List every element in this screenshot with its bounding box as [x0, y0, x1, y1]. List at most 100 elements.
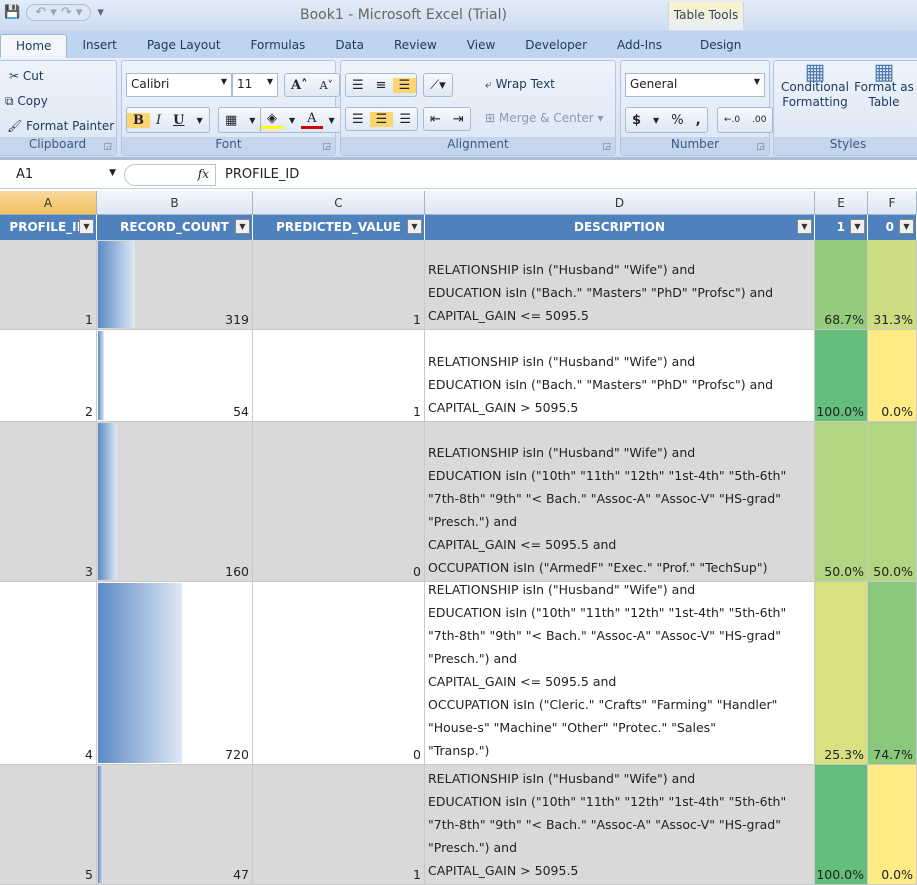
cell-record-count[interactable]: 47	[97, 765, 253, 885]
merge-center-button[interactable]: ⊞ Merge & Center ▾	[485, 111, 604, 125]
font-color-icon[interactable]: A	[301, 111, 323, 129]
description-line: "7th-8th" "9th" "< Bach." "Assoc-A" "Ass…	[428, 491, 781, 506]
decrease-decimal-icon[interactable]: .00	[746, 115, 772, 125]
tab-data[interactable]: Data	[320, 34, 379, 58]
tab-page-layout[interactable]: Page Layout	[132, 34, 236, 58]
dialog-launcher-icon[interactable]: ◲	[103, 142, 112, 152]
bold-button[interactable]: B	[127, 112, 150, 128]
cell-prob-0[interactable]: 50.0%	[868, 422, 917, 582]
cell-prob-0[interactable]: 0.0%	[868, 330, 917, 422]
format-painter-button[interactable]: 🖌 Format Painter	[7, 119, 114, 133]
cell-description[interactable]: RELATIONSHIP isIn ("Husband" "Wife") and…	[425, 765, 815, 885]
filter-dropdown-icon[interactable]: ▼	[79, 219, 94, 234]
tab-design[interactable]: Design	[685, 34, 756, 58]
column-header-b[interactable]: B	[97, 191, 253, 215]
column-header-d[interactable]: D	[425, 191, 815, 215]
comma-button[interactable]: ,	[690, 113, 707, 128]
filter-dropdown-icon[interactable]: ▼	[407, 219, 422, 234]
cell-predicted-value[interactable]: 0	[253, 582, 425, 765]
italic-button[interactable]: I	[150, 113, 167, 128]
cell-record-count[interactable]: 160	[97, 422, 253, 582]
currency-button[interactable]: $	[626, 113, 647, 128]
save-icon[interactable]: 💾	[4, 5, 20, 20]
underline-button[interactable]: U	[167, 113, 190, 128]
undo-redo-icon[interactable]: ↶ ▾ ↷ ▾	[26, 4, 92, 21]
align-center-icon[interactable]: ☰	[369, 111, 394, 127]
orientation-button[interactable]: ⟋▾	[423, 73, 453, 97]
column-header-f[interactable]: F	[868, 191, 917, 215]
dialog-launcher-icon[interactable]: ◲	[322, 142, 331, 152]
cell-description[interactable]: RELATIONSHIP isIn ("Husband" "Wife") and…	[425, 422, 815, 582]
cell-record-count[interactable]: 54	[97, 330, 253, 422]
cell-prob-0[interactable]: 0.0%	[868, 765, 917, 885]
align-top-icon[interactable]: ☰	[346, 78, 370, 93]
cell-profile-id[interactable]: 2	[0, 330, 97, 422]
borders-button[interactable]: ▦ ▼	[218, 107, 263, 133]
column-header-c[interactable]: C	[253, 191, 425, 215]
customize-qat-icon[interactable]: ▾	[97, 5, 104, 20]
cell-predicted-value[interactable]: 0	[253, 422, 425, 582]
copy-button[interactable]: ⧉ Copy	[5, 94, 48, 109]
percent-button[interactable]: %	[665, 113, 689, 128]
dialog-launcher-icon[interactable]: ◲	[756, 142, 765, 152]
cell-prob-1[interactable]: 50.0%	[815, 422, 868, 582]
format-as-table-button[interactable]: ▦ Format as Table	[854, 62, 914, 110]
column-header-e[interactable]: E	[815, 191, 868, 215]
filter-dropdown-icon[interactable]: ▼	[797, 219, 812, 234]
font-name-select[interactable]: Calibri ▼	[126, 73, 232, 97]
filter-dropdown-icon[interactable]: ▼	[235, 219, 250, 234]
indent-buttons: ⇤ ⇥	[423, 107, 471, 131]
conditional-formatting-button[interactable]: ▦ Conditional Formatting	[778, 62, 852, 110]
name-box[interactable]: A1 ▼	[0, 164, 120, 186]
cell-prob-1[interactable]: 100.0%	[815, 330, 868, 422]
fill-color-icon[interactable]: ◈	[261, 111, 283, 129]
filter-dropdown-icon[interactable]: ▼	[899, 219, 914, 234]
cell-prob-1[interactable]: 68.7%	[815, 240, 868, 330]
cell-prob-1[interactable]: 100.0%	[815, 765, 868, 885]
cell-description[interactable]: RELATIONSHIP isIn ("Husband" "Wife") and…	[425, 240, 815, 330]
chevron-down-icon[interactable]: ▼	[190, 116, 208, 125]
cell-profile-id[interactable]: 5	[0, 765, 97, 885]
font-size-select[interactable]: 11 ▼	[232, 73, 278, 97]
cell-predicted-value[interactable]: 1	[253, 240, 425, 330]
increase-indent-icon[interactable]: ⇥	[447, 112, 470, 127]
cell-description[interactable]: RELATIONSHIP isIn ("Husband" "Wife") and…	[425, 330, 815, 422]
tab-developer[interactable]: Developer	[510, 34, 602, 58]
shrink-font-icon[interactable]: A˅	[314, 79, 339, 92]
align-bottom-icon[interactable]: ☰	[392, 77, 417, 93]
clipboard-group-label: Clipboard	[0, 137, 116, 155]
cell-profile-id[interactable]: 1	[0, 240, 97, 330]
formula-input[interactable]: PROFILE_ID	[225, 167, 299, 182]
cell-prob-0[interactable]: 74.7%	[868, 582, 917, 765]
dialog-launcher-icon[interactable]: ◲	[602, 142, 611, 152]
decrease-indent-icon[interactable]: ⇤	[424, 112, 447, 127]
tab-insert[interactable]: Insert	[67, 34, 131, 58]
cell-profile-id[interactable]: 3	[0, 422, 97, 582]
align-middle-icon[interactable]: ≡	[370, 78, 393, 93]
cell-predicted-value[interactable]: 1	[253, 330, 425, 422]
tab-view[interactable]: View	[452, 34, 510, 58]
cell-record-count[interactable]: 319	[97, 240, 253, 330]
tab-review[interactable]: Review	[379, 34, 452, 58]
cell-predicted-value[interactable]: 1	[253, 765, 425, 885]
column-header-a[interactable]: A	[0, 191, 97, 215]
wrap-text-button[interactable]: ⤶ Wrap Text	[485, 77, 555, 92]
tab-formulas[interactable]: Formulas	[236, 34, 321, 58]
cell-record-count[interactable]: 720	[97, 582, 253, 765]
number-format-select[interactable]: General ▼	[625, 73, 765, 97]
cell-description[interactable]: RELATIONSHIP isIn ("Husband" "Wife") and…	[425, 582, 815, 765]
insert-function-button[interactable]: fx	[124, 164, 216, 186]
tab-add-ins[interactable]: Add-Ins	[602, 34, 677, 58]
cell-profile-id[interactable]: 4	[0, 582, 97, 765]
cell-prob-0[interactable]: 31.3%	[868, 240, 917, 330]
tab-home[interactable]: Home	[0, 34, 68, 58]
grow-font-icon[interactable]: A˄	[285, 78, 314, 93]
align-left-icon[interactable]: ☰	[346, 112, 370, 127]
align-right-icon[interactable]: ☰	[393, 112, 417, 127]
cut-label: Cut	[22, 69, 44, 83]
cut-button[interactable]: ✂ Cut	[9, 69, 44, 83]
cell-prob-1[interactable]: 25.3%	[815, 582, 868, 765]
data-bar	[98, 423, 117, 580]
increase-decimal-icon[interactable]: ←.0	[718, 115, 746, 125]
filter-dropdown-icon[interactable]: ▼	[850, 219, 865, 234]
